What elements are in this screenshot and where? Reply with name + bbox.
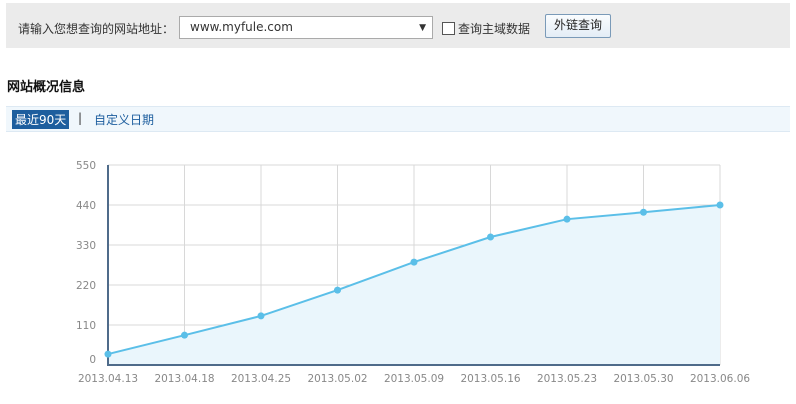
- data-point: [716, 201, 724, 209]
- line-chart: 0 110 220 330 440 550 2013.04.13 2013.04.18 2013…: [76, 160, 750, 385]
- x-tick-label: 2013.06.06: [690, 373, 750, 385]
- x-tick-label: 2013.05.23: [537, 373, 597, 385]
- data-point: [181, 331, 188, 339]
- x-tick-label: 2013.05.09: [384, 373, 444, 385]
- data-point: [487, 233, 494, 241]
- data-point: [104, 350, 112, 358]
- y-tick-label: 440: [76, 200, 96, 212]
- x-tick-label: 2013.04.18: [154, 373, 214, 385]
- data-point: [563, 215, 571, 223]
- x-tick-label: 2013.05.30: [613, 373, 673, 385]
- y-tick-label: 220: [76, 280, 96, 292]
- data-point: [640, 208, 647, 216]
- y-tick-label: 550: [76, 160, 96, 172]
- data-point: [257, 312, 265, 320]
- y-tick-label: 330: [76, 240, 96, 252]
- data-point: [334, 286, 341, 294]
- x-tick-label: 2013.04.25: [231, 373, 291, 385]
- x-tick-label: 2013.05.16: [460, 373, 520, 385]
- x-tick-label: 2013.04.13: [78, 373, 138, 385]
- x-tick-label: 2013.05.02: [307, 373, 367, 385]
- data-point: [410, 258, 418, 266]
- y-tick-label: 0: [89, 354, 96, 366]
- y-tick-label: 110: [76, 320, 96, 332]
